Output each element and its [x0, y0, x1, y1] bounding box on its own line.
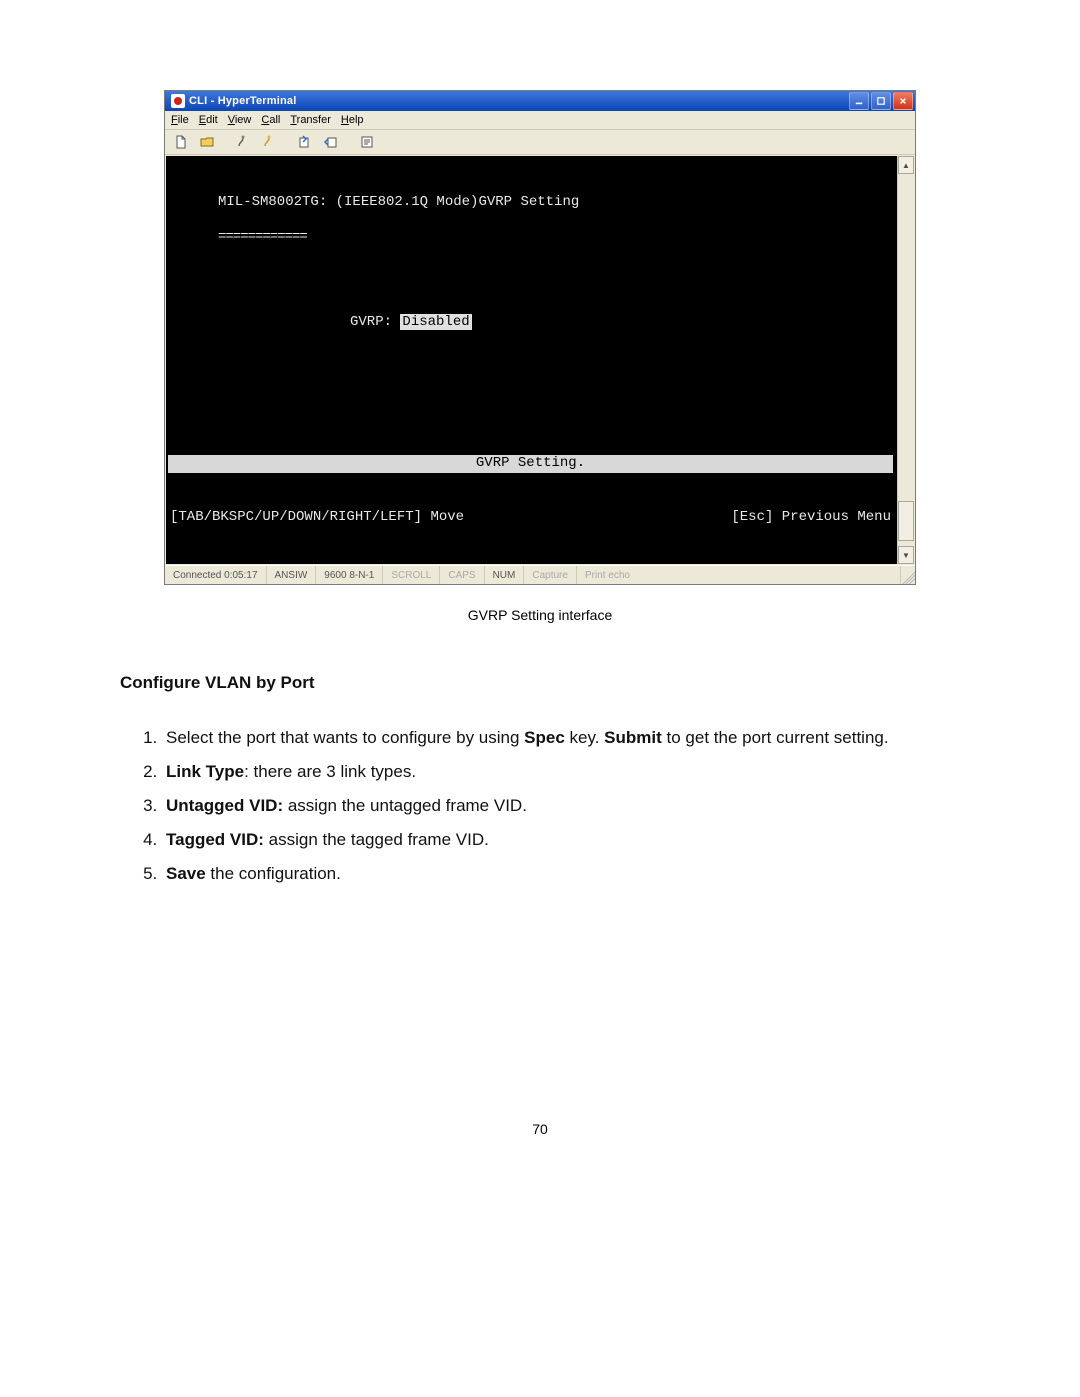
scroll-down-button[interactable]: ▼	[898, 546, 914, 564]
terminal-underline: ============	[218, 229, 887, 247]
terminal-header: MIL-SM8002TG: (IEEE802.1Q Mode)GVRP Sett…	[218, 194, 887, 212]
terminal-pane[interactable]: MIL-SM8002TG: (IEEE802.1Q Mode)GVRP Sett…	[166, 156, 897, 564]
menu-file[interactable]: File	[171, 114, 189, 126]
status-port: 9600 8-N-1	[316, 566, 383, 584]
menu-call[interactable]: Call	[261, 114, 280, 126]
menu-transfer[interactable]: Transfer	[290, 114, 331, 126]
disconnect-icon[interactable]	[259, 132, 279, 152]
step-1: Select the port that wants to configure …	[162, 721, 960, 755]
open-icon[interactable]	[197, 132, 217, 152]
page-number: 70	[120, 1121, 960, 1137]
receive-icon[interactable]	[321, 132, 341, 152]
send-icon[interactable]	[295, 132, 315, 152]
menubar: File Edit View Call Transfer Help	[165, 111, 915, 130]
scroll-up-button[interactable]: ▲	[898, 156, 914, 174]
help-left: [TAB/BKSPC/UP/DOWN/RIGHT/LEFT] Move	[170, 509, 464, 527]
toolbar	[165, 130, 915, 155]
app-icon	[171, 94, 185, 108]
step-4: Tagged VID: assign the tagged frame VID.	[162, 823, 960, 857]
gvrp-value[interactable]: Disabled	[400, 314, 471, 330]
menu-help[interactable]: Help	[341, 114, 364, 126]
minimize-button[interactable]	[849, 92, 869, 110]
gvrp-field-row: GVRP: Disabled	[350, 314, 887, 332]
help-right: [Esc] Previous Menu	[731, 509, 891, 527]
status-printecho: Print echo	[577, 566, 901, 584]
vertical-scrollbar[interactable]: ▲ ▼	[897, 156, 914, 564]
terminal-area-wrap: MIL-SM8002TG: (IEEE802.1Q Mode)GVRP Sett…	[165, 155, 915, 565]
close-button[interactable]	[893, 92, 913, 110]
properties-icon[interactable]	[357, 132, 377, 152]
status-scroll: SCROLL	[383, 566, 440, 584]
step-5: Save the configuration.	[162, 857, 960, 891]
terminal-title-bar: GVRP Setting.	[168, 455, 893, 473]
terminal-help-line: [TAB/BKSPC/UP/DOWN/RIGHT/LEFT] Move [Esc…	[166, 508, 897, 530]
document-page: CLI - HyperTerminal File Edit View Call …	[0, 0, 1080, 1177]
statusbar: Connected 0:05:17 ANSIW 9600 8-N-1 SCROL…	[165, 565, 915, 584]
window-title: CLI - HyperTerminal	[189, 95, 849, 107]
maximize-button[interactable]	[871, 92, 891, 110]
titlebar: CLI - HyperTerminal	[165, 91, 915, 111]
status-connected: Connected 0:05:17	[165, 566, 267, 584]
scroll-track[interactable]	[898, 174, 914, 546]
steps-list: Select the port that wants to configure …	[120, 721, 960, 891]
connect-icon[interactable]	[233, 132, 253, 152]
resize-grip-icon[interactable]	[901, 566, 915, 584]
section-heading: Configure VLAN by Port	[120, 673, 960, 693]
status-emulation: ANSIW	[267, 566, 317, 584]
step-2: Link Type: there are 3 link types.	[162, 755, 960, 789]
figure-caption: GVRP Setting interface	[120, 607, 960, 623]
gvrp-label: GVRP:	[350, 314, 400, 330]
hyperterminal-window: CLI - HyperTerminal File Edit View Call …	[164, 90, 916, 585]
menu-view[interactable]: View	[228, 114, 252, 126]
new-icon[interactable]	[171, 132, 191, 152]
scroll-thumb[interactable]	[898, 501, 914, 540]
menu-edit[interactable]: Edit	[199, 114, 218, 126]
status-caps: CAPS	[440, 566, 484, 584]
step-3: Untagged VID: assign the untagged frame …	[162, 789, 960, 823]
status-capture: Capture	[524, 566, 577, 584]
status-num: NUM	[485, 566, 525, 584]
